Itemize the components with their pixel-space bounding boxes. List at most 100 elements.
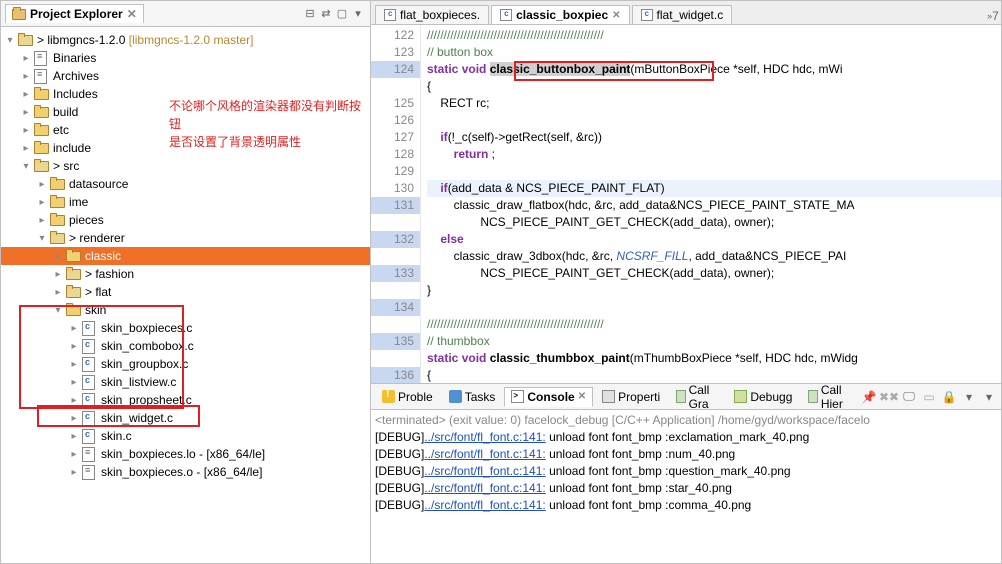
twistie-icon[interactable]: ▾ xyxy=(19,161,33,172)
project-icon xyxy=(17,33,33,47)
new-console-icon[interactable]: ▾ xyxy=(981,389,997,405)
tree-item-skin-boxpieces-lo-x86-64-le-[interactable]: ▸skin_boxpieces.lo - [x86_64/le] xyxy=(1,445,370,463)
twistie-icon[interactable]: ▸ xyxy=(51,251,65,262)
tree-item-binaries[interactable]: ▸Binaries xyxy=(1,49,370,67)
bottom-tab-tasks[interactable]: Tasks xyxy=(442,387,503,407)
tree-item-skin-combobox-c[interactable]: ▸skin_combobox.c xyxy=(1,337,370,355)
tree-item-skin-listview-c[interactable]: ▸skin_listview.c xyxy=(1,373,370,391)
explorer-title-tab[interactable]: Project Explorer ✕ xyxy=(5,4,144,23)
console-output[interactable]: <terminated> (exit value: 0) facelock_de… xyxy=(371,410,1001,563)
tree-root[interactable]: ▾ > libmgncs-1.2.0 [libmgncs-1.2.0 maste… xyxy=(1,31,370,49)
twistie-icon[interactable]: ▸ xyxy=(35,197,49,208)
tree-item-datasource[interactable]: ▸datasource xyxy=(1,175,370,193)
tree-item-fashion[interactable]: ▸> fashion xyxy=(1,265,370,283)
twistie-icon[interactable]: ▸ xyxy=(67,431,81,442)
editor-overflow-icon[interactable]: »7 xyxy=(985,8,1001,24)
tree-item-pieces[interactable]: ▸pieces xyxy=(1,211,370,229)
twistie-icon[interactable]: ▸ xyxy=(51,269,65,280)
console-link[interactable]: ../src/font/fl_font.c:141: xyxy=(424,430,545,444)
console-link[interactable]: ../src/font/fl_font.c:141: xyxy=(424,498,545,512)
project-explorer-panel: Project Explorer ✕ ⊟ ⇄ ▢ ▾ ▾ > libmgncs-… xyxy=(1,1,371,563)
tree-item-skin-groupbox-c[interactable]: ▸skin_groupbox.c xyxy=(1,355,370,373)
console-link[interactable]: ../src/font/fl_font.c:141: xyxy=(424,464,545,478)
code-editor[interactable]: 1221231241251261271281291301311321331341… xyxy=(371,25,1001,383)
tree-item-renderer[interactable]: ▾> renderer xyxy=(1,229,370,247)
console-line: [DEBUG]../src/font/fl_font.c:141: unload… xyxy=(375,446,997,463)
editor-tab-1[interactable]: classic_boxpiec ✕ xyxy=(491,5,629,24)
tree-item-skin-propsheet-c[interactable]: ▸skin_propsheet.c xyxy=(1,391,370,409)
twistie-icon[interactable]: ▸ xyxy=(19,71,33,82)
twistie-icon[interactable]: ▸ xyxy=(67,467,81,478)
collapse-all-icon[interactable]: ⊟ xyxy=(302,6,318,22)
code-area[interactable]: ////////////////////////////////////////… xyxy=(421,25,1001,383)
tree-item-include[interactable]: ▸include xyxy=(1,139,370,157)
twistie-icon[interactable]: ▸ xyxy=(67,377,81,388)
bottom-tab-call-gra[interactable]: Call Gra xyxy=(669,380,725,414)
cfile-icon xyxy=(81,357,97,371)
twistie-icon[interactable]: ▸ xyxy=(19,53,33,64)
close-icon[interactable]: ✕ xyxy=(612,10,620,21)
tree-item-skin-boxpieces-c[interactable]: ▸skin_boxpieces.c xyxy=(1,319,370,337)
twistie-icon[interactable]: ▸ xyxy=(35,215,49,226)
remove-terminated-icon[interactable]: ✖✖ xyxy=(881,389,897,405)
twistie-icon[interactable]: ▸ xyxy=(19,107,33,118)
open-console-icon[interactable]: ▾ xyxy=(961,389,977,405)
twistie-icon[interactable]: ▸ xyxy=(19,125,33,136)
bottom-tab-debugg[interactable]: Debugg xyxy=(727,387,799,407)
twistie-icon[interactable]: ▸ xyxy=(67,323,81,334)
twistie-icon[interactable]: ▾ xyxy=(3,35,17,46)
tree-item-skin-widget-c[interactable]: ▸skin_widget.c xyxy=(1,409,370,427)
tree-item-ime[interactable]: ▸ime xyxy=(1,193,370,211)
close-icon[interactable]: ✕ xyxy=(578,391,586,402)
scroll-lock-icon[interactable]: 🔒 xyxy=(941,389,957,405)
clear-icon[interactable]: ▭ xyxy=(921,389,937,405)
tree-item-includes[interactable]: ▸Includes xyxy=(1,85,370,103)
console-link[interactable]: ../src/font/fl_font.c:141: xyxy=(424,447,545,461)
twistie-icon[interactable]: ▸ xyxy=(35,179,49,190)
folder-icon xyxy=(65,249,81,263)
focus-icon[interactable]: ▢ xyxy=(334,6,350,22)
editor-tab-bar: flat_boxpieces. classic_boxpiec ✕flat_wid… xyxy=(371,1,1001,25)
tree-item-classic[interactable]: ▸classic xyxy=(1,247,370,265)
twistie-icon[interactable]: ▸ xyxy=(67,395,81,406)
view-menu-icon[interactable]: ▾ xyxy=(350,6,366,22)
console-link[interactable]: ../src/font/fl_font.c:141: xyxy=(424,481,545,495)
twistie-icon[interactable]: ▸ xyxy=(67,413,81,424)
twistie-icon[interactable]: ▸ xyxy=(67,341,81,352)
tab-label: Call Hier xyxy=(821,383,852,411)
editor-tab-0[interactable]: flat_boxpieces. xyxy=(375,5,489,24)
twistie-icon[interactable]: ▾ xyxy=(35,233,49,244)
tab-label: flat_boxpieces. xyxy=(400,8,480,22)
bottom-tab-call-hier[interactable]: Call Hier xyxy=(801,380,859,414)
tree-item-skin[interactable]: ▾skin xyxy=(1,301,370,319)
display-icon[interactable]: 🖵 xyxy=(901,389,917,405)
twistie-icon[interactable]: ▾ xyxy=(51,305,65,316)
bottom-panel: ProbleTasksConsole ✕Properti Call Gra Debu… xyxy=(371,383,1001,563)
folder-icon xyxy=(49,177,65,191)
twistie-icon[interactable]: ▸ xyxy=(51,287,65,298)
tree-item-skin-boxpieces-o-x86-64-le-[interactable]: ▸skin_boxpieces.o - [x86_64/le] xyxy=(1,463,370,481)
twistie-icon[interactable]: ▸ xyxy=(67,359,81,370)
bottom-tab-proble[interactable]: Proble xyxy=(375,387,440,407)
tab-label: Call Gra xyxy=(689,383,719,411)
twistie-icon[interactable]: ▸ xyxy=(19,143,33,154)
tree-item-flat[interactable]: ▸> flat xyxy=(1,283,370,301)
close-icon[interactable]: ✕ xyxy=(127,7,137,21)
bottom-tab-console[interactable]: Console ✕ xyxy=(504,387,593,407)
console-line: [DEBUG]../src/font/fl_font.c:141: unload… xyxy=(375,463,997,480)
tree-version: [libmgncs-1.2.0 master] xyxy=(129,33,254,47)
bottom-tab-properti[interactable]: Properti xyxy=(595,387,667,407)
twistie-icon[interactable]: ▸ xyxy=(67,449,81,460)
tree-item-build[interactable]: ▸build xyxy=(1,103,370,121)
tree-item-archives[interactable]: ▸Archives xyxy=(1,67,370,85)
link-editor-icon[interactable]: ⇄ xyxy=(318,6,334,22)
twistie-icon[interactable]: ▸ xyxy=(19,89,33,100)
tree-item-etc[interactable]: ▸etc xyxy=(1,121,370,139)
project-tree[interactable]: ▾ > libmgncs-1.2.0 [libmgncs-1.2.0 maste… xyxy=(1,27,370,563)
tree-item-src[interactable]: ▾> src xyxy=(1,157,370,175)
termination-line: <terminated> (exit value: 0) facelock_de… xyxy=(375,412,997,429)
pin-icon[interactable]: 📌 xyxy=(861,389,877,405)
tree-item-skin-c[interactable]: ▸skin.c xyxy=(1,427,370,445)
editor-tab-2[interactable]: flat_widget.c xyxy=(632,5,733,24)
bin-icon xyxy=(33,51,49,65)
